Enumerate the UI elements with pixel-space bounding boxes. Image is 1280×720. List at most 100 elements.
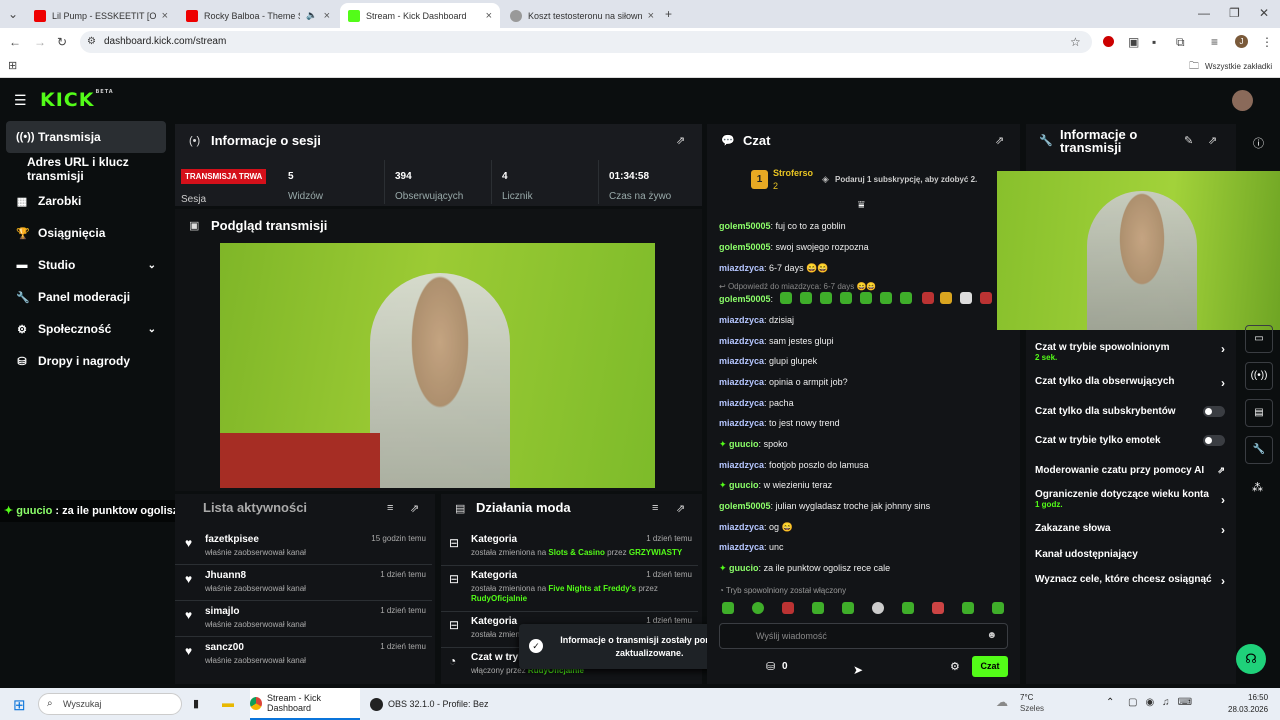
sidebar-item-osiagniecia[interactable]: 🏆 Osiągnięcia: [6, 217, 166, 249]
tab-search-icon[interactable]: ⌄: [8, 8, 18, 20]
windows-start-icon[interactable]: ⊞: [13, 696, 26, 714]
chevron-down-icon: ⌄: [147, 323, 156, 335]
edit-pencil-icon[interactable]: ✎: [1184, 134, 1193, 147]
setting-goals[interactable]: Wyznacz cele, które chcesz osiągnąć ›: [1035, 574, 1225, 588]
back-icon[interactable]: ←: [9, 36, 21, 48]
chat-settings-icon[interactable]: ⚙: [950, 660, 960, 673]
tab-title: Lil Pump - ESSKEETIT [Official M: [52, 10, 156, 21]
trophy-icon: 🏆: [16, 227, 30, 240]
close-window-icon[interactable]: ✕: [1259, 7, 1269, 19]
gift-sub-text[interactable]: Podaruj 1 subskrypcję, aby zdobyć 2.: [835, 175, 977, 184]
popout-icon[interactable]: ⇗: [995, 134, 1004, 147]
chat-rail-button[interactable]: ▭: [1245, 325, 1273, 353]
points-icon[interactable]: ⛁: [766, 660, 775, 673]
mod-panel-title: Działania moda: [476, 500, 571, 515]
sidebar-item-stream-key[interactable]: Adres URL i klucz transmisji: [6, 153, 166, 185]
emote[interactable]: [722, 602, 734, 614]
sidebar-item-dropy[interactable]: ⛁ Dropy i nagrody: [6, 345, 166, 377]
tray-chevron-up-icon[interactable]: ⌃: [1106, 697, 1114, 708]
emote[interactable]: [992, 602, 1004, 614]
sidebar-item-studio[interactable]: ▬ Studio ⌄: [6, 249, 166, 281]
setting-emote-only[interactable]: Czat w trybie tylko emotek: [1035, 435, 1225, 446]
popout-icon[interactable]: ⇗: [410, 502, 419, 515]
setting-banned-words[interactable]: Zakazane słowa ›: [1035, 523, 1225, 537]
chat-input[interactable]: Wyślij wiadomość ☻: [719, 623, 1008, 649]
close-tab-icon[interactable]: ×: [162, 10, 168, 22]
profile-avatar[interactable]: J: [1235, 35, 1248, 48]
wrench-rail-button[interactable]: 🔧: [1245, 436, 1273, 464]
file-explorer-icon[interactable]: ▬: [222, 696, 234, 710]
site-info-icon[interactable]: ⚙: [87, 36, 96, 48]
close-tab-icon[interactable]: ×: [324, 10, 330, 22]
url-field[interactable]: dashboard.kick.com/stream: [80, 31, 1092, 53]
sidebar-item-zarobki[interactable]: ▦ Zarobki: [6, 185, 166, 217]
browser-tab-1[interactable]: Lil Pump - ESSKEETIT [Official M ×: [26, 3, 176, 28]
reload-icon[interactable]: ↻: [57, 36, 67, 48]
setting-sharing-channel[interactable]: Kanał udostępniający: [1035, 549, 1225, 560]
send-chat-button[interactable]: Czat: [972, 656, 1008, 677]
taskbar-app-obs[interactable]: OBS 32.1.0 - Profile: Bez: [370, 688, 490, 720]
close-tab-icon[interactable]: ×: [648, 10, 654, 22]
emoji-icon[interactable]: ☻: [986, 630, 997, 641]
close-tab-icon[interactable]: ×: [486, 10, 492, 22]
menu-kebab-icon[interactable]: ⋮: [1261, 36, 1273, 48]
browser-tab-2[interactable]: Rocky Balboa - Theme Song 🔈 ×: [178, 3, 338, 28]
sidebar-item-spolecznosc[interactable]: ⚙ Społeczność ⌄: [6, 313, 166, 345]
filter-icon[interactable]: ≡: [652, 502, 658, 514]
setting-ai-moderation[interactable]: Moderowanie czatu przy pomocy AI ⇗: [1035, 465, 1225, 476]
extension-icon[interactable]: ▪: [1152, 36, 1156, 48]
setting-subscribers-only[interactable]: Czat tylko dla subskrybentów: [1035, 406, 1225, 417]
emote[interactable]: [842, 602, 854, 614]
kick-logo[interactable]: KICKBETA: [40, 89, 114, 111]
setting-followers-only[interactable]: Czat tylko dla obserwujących ›: [1035, 376, 1225, 390]
emote[interactable]: [782, 602, 794, 614]
extension-red-icon[interactable]: [1103, 36, 1114, 47]
popout-icon[interactable]: ⇗: [676, 502, 685, 515]
setting-account-age[interactable]: Ograniczenie dotyczące wieku konta 1 godz…: [1035, 489, 1225, 509]
task-view-icon[interactable]: ▮: [193, 697, 199, 710]
emote-only-toggle[interactable]: [1203, 435, 1225, 446]
filter-icon[interactable]: ⩸: [858, 199, 865, 212]
apps-grid-icon[interactable]: ⊞: [8, 60, 17, 72]
weather-icon[interactable]: ☁: [996, 695, 1008, 709]
browser-tab-3[interactable]: Stream - Kick Dashboard ×: [340, 3, 500, 28]
subscribers-only-toggle[interactable]: [1203, 406, 1225, 417]
info-icon[interactable]: ⓘ: [1253, 135, 1264, 151]
extensions-puzzle-icon[interactable]: ⧉: [1176, 36, 1185, 48]
broadcast-rail-button[interactable]: ((•)): [1245, 362, 1273, 390]
new-tab-icon[interactable]: +: [665, 8, 672, 20]
user-avatar[interactable]: [1232, 90, 1253, 111]
filter-icon[interactable]: ≡: [387, 502, 393, 514]
weather-temp: 7°C: [1020, 693, 1034, 702]
hamburger-menu-icon[interactable]: ☰: [14, 92, 27, 109]
mod-rail-button[interactable]: ▤: [1245, 399, 1273, 427]
bed: [220, 433, 380, 488]
support-headset-button[interactable]: ☊: [1236, 644, 1266, 674]
popout-icon[interactable]: ⇗: [676, 134, 685, 147]
speaker-icon[interactable]: 🔈: [306, 10, 317, 21]
sidebar-item-transmisja[interactable]: ((•)) Transmisja: [6, 121, 166, 153]
bookmark-star-icon[interactable]: ☆: [1070, 36, 1081, 48]
forward-icon[interactable]: →: [34, 36, 46, 48]
emote[interactable]: [902, 602, 914, 614]
top-gifter-name[interactable]: Stroferso: [773, 168, 813, 178]
emote[interactable]: [962, 602, 974, 614]
all-bookmarks-label[interactable]: Wszystkie zakładki: [1205, 62, 1272, 71]
sidebar-item-panel-moderacji[interactable]: 🔧 Panel moderacji: [6, 281, 166, 313]
tray-icons[interactable]: ▢◉♫⌨: [1128, 697, 1200, 708]
emote[interactable]: [872, 602, 884, 614]
emote[interactable]: [812, 602, 824, 614]
community-icon[interactable]: ⁂: [1252, 481, 1263, 494]
taskbar-search[interactable]: ⌕ Wyszukaj: [38, 693, 182, 715]
extension-icon[interactable]: ▣: [1128, 36, 1139, 48]
minimize-icon[interactable]: —: [1198, 7, 1210, 19]
emote[interactable]: [932, 602, 944, 614]
popout-icon[interactable]: ⇗: [1208, 134, 1217, 147]
media-controls-icon[interactable]: ≡: [1211, 36, 1218, 48]
maximize-icon[interactable]: ❐: [1229, 7, 1240, 19]
setting-slow-mode[interactable]: Czat w trybie spowolnionym 2 sek. ›: [1035, 342, 1225, 366]
emote[interactable]: [752, 602, 764, 614]
taskbar-app-chrome[interactable]: Stream - Kick Dashboard: [250, 688, 360, 720]
stream-preview-video[interactable]: [220, 243, 655, 488]
browser-tab-4[interactable]: Koszt testosteronu na siłownie ×: [502, 3, 662, 28]
